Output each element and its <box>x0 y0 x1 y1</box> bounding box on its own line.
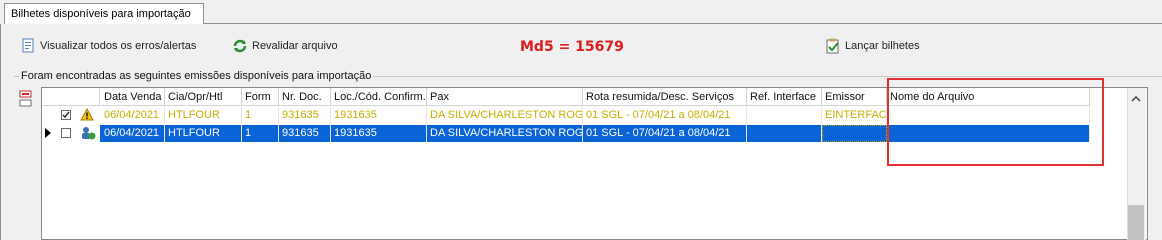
tab-bilhetes-disponiveis[interactable]: Bilhetes disponíveis para importação <box>4 3 204 24</box>
cell-data-venda[interactable]: 06/04/2021 <box>101 125 165 142</box>
header-spacer <box>42 88 100 106</box>
cell-data-venda[interactable]: 06/04/2021 <box>101 107 165 124</box>
header-ref-interface[interactable]: Ref. Interface <box>747 88 822 106</box>
cell-loc[interactable]: 1931635 <box>331 125 427 142</box>
cell-cia[interactable]: HTLFOUR <box>165 107 242 124</box>
view-errors-button[interactable]: Visualizar todos os erros/alertas <box>20 38 196 54</box>
group-title: Foram encontradas as seguintes emissões … <box>19 70 374 82</box>
cell-form[interactable]: 1 <box>242 107 279 124</box>
cell-nr-doc[interactable]: 931635 <box>279 107 331 124</box>
header-form[interactable]: Form <box>242 88 279 106</box>
cell-form[interactable]: 1 <box>242 125 279 142</box>
md5-label: Md5 = 15679 <box>520 39 624 55</box>
header-nr-doc[interactable]: Nr. Doc. <box>279 88 331 106</box>
cell-loc[interactable]: 1931635 <box>331 107 427 124</box>
scrollbar-thumb[interactable] <box>1128 205 1144 240</box>
refresh-icon <box>232 38 248 54</box>
ok-user-icon <box>80 126 96 143</box>
revalidate-button[interactable]: Revalidar arquivo <box>232 38 338 54</box>
current-row-indicator-icon <box>45 128 51 141</box>
clipboard-check-icon <box>825 38 841 54</box>
header-emissor[interactable]: Emissor <box>822 88 887 106</box>
cell-rota[interactable]: 01 SGL - 07/04/21 a 08/04/21 <box>583 125 747 142</box>
cell-pax[interactable]: DA SILVA/CHARLESTON ROG <box>427 125 583 142</box>
cell-cia[interactable]: HTLFOUR <box>165 125 242 142</box>
header-rota[interactable]: Rota resumida/Desc. Serviços <box>583 88 747 106</box>
revalidate-label: Revalidar arquivo <box>252 40 338 52</box>
header-data-venda[interactable]: Data Venda <box>101 88 165 106</box>
cell-nr-doc[interactable]: 931635 <box>279 125 331 142</box>
cell-pax[interactable]: DA SILVA/CHARLESTON ROG <box>427 107 583 124</box>
cell-emissor[interactable] <box>822 125 887 142</box>
row-checkbox[interactable] <box>61 110 71 120</box>
filter-icon[interactable] <box>19 90 33 111</box>
cell-rota[interactable]: 01 SGL - 07/04/21 a 08/04/21 <box>583 107 747 124</box>
warning-icon <box>80 107 94 124</box>
header-loc[interactable]: Loc./Cód. Confirm. <box>331 88 427 106</box>
view-errors-label: Visualizar todos os erros/alertas <box>40 40 197 52</box>
scroll-up-icon[interactable] <box>1131 93 1141 105</box>
launch-tickets-label: Lançar bilhetes <box>845 40 920 52</box>
header-pax[interactable]: Pax <box>427 88 583 106</box>
cell-ref-interface[interactable] <box>747 107 822 124</box>
document-icon <box>20 38 36 54</box>
launch-tickets-button[interactable]: Lançar bilhetes <box>825 38 920 54</box>
tab-label: Bilhetes disponíveis para importação <box>11 8 191 20</box>
row-checkbox[interactable] <box>61 128 71 138</box>
cell-ref-interface[interactable] <box>747 125 822 142</box>
highlight-box <box>887 78 1104 166</box>
cell-emissor[interactable]: EINTERFAC <box>822 107 887 124</box>
header-cia[interactable]: Cia/Opr/Htl <box>165 88 242 106</box>
